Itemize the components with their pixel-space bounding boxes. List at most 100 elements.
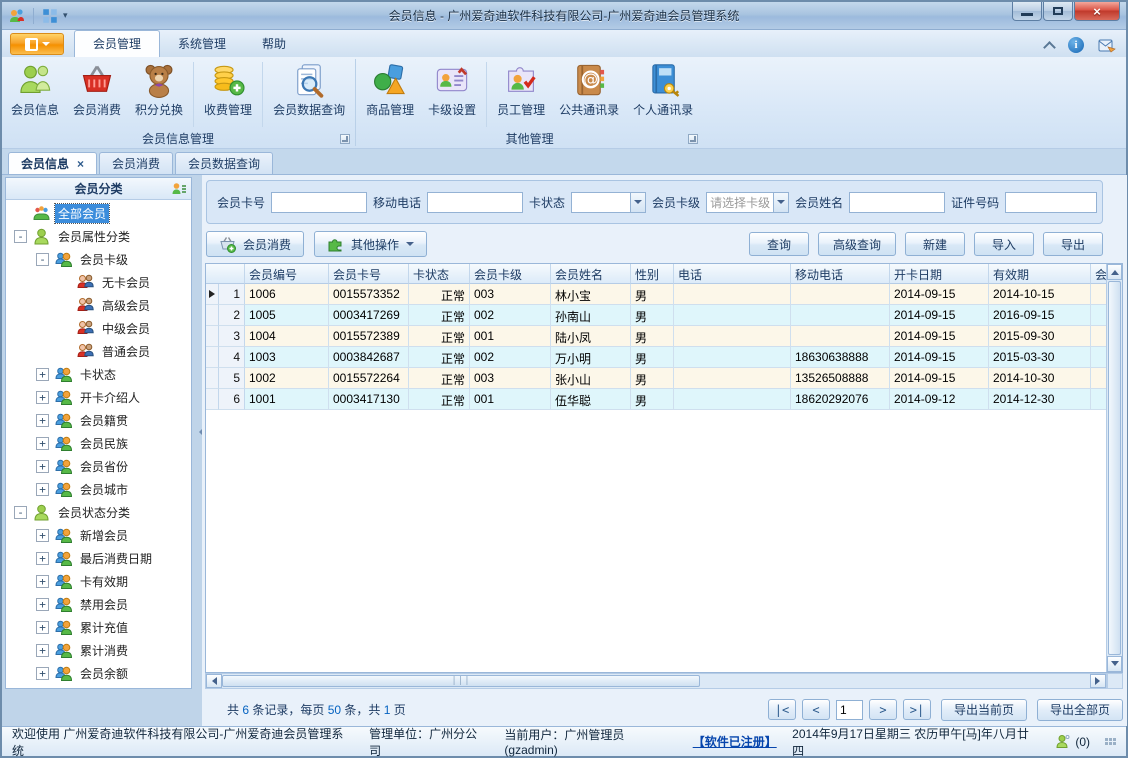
vertical-scrollbar[interactable]	[1106, 264, 1122, 672]
info-icon[interactable]: i	[1068, 37, 1084, 53]
horizontal-scroll-thumb[interactable]: |||	[222, 675, 700, 687]
tree-item[interactable]: + 会员余额	[6, 662, 191, 685]
scroll-up-icon[interactable]	[1107, 264, 1122, 280]
table-row[interactable]: 1 1006 0015573352 正常 003 林小宝男 2014-09-15 2014-1…	[206, 284, 1106, 305]
dropdown-arrow-icon[interactable]	[773, 192, 789, 212]
member-consume-button[interactable]: 会员消费	[206, 231, 305, 257]
ribbon-button[interactable]: 会员数据查询	[266, 60, 352, 129]
ribbon-button[interactable]: 个人通讯录	[626, 60, 700, 129]
tree-item[interactable]: - 会员卡级	[6, 248, 191, 271]
collapse-ribbon-icon[interactable]	[1043, 40, 1056, 54]
tree-item[interactable]: 高级会员	[6, 294, 191, 317]
qat-dropdown-icon[interactable]: ▾	[63, 10, 68, 21]
other-actions-button[interactable]: 其他操作	[314, 231, 428, 257]
tree-item[interactable]: + 会员民族	[6, 432, 191, 455]
column-header[interactable]: 会员卡级	[470, 264, 551, 284]
maximize-button[interactable]	[1043, 2, 1073, 21]
tree-item[interactable]: 全部会员	[6, 202, 191, 225]
collapse-icon[interactable]: -	[14, 506, 27, 519]
next-page-button[interactable]: >	[868, 699, 897, 720]
ribbon-button[interactable]: @ 公共通讯录	[552, 60, 626, 129]
column-header[interactable]: 电话	[674, 264, 791, 284]
table-row[interactable]: 5 1002 0015572264 正常 003 张小山男 13526508888 2014-…	[206, 368, 1106, 389]
expand-icon[interactable]: +	[36, 483, 49, 496]
close-button[interactable]: ×	[1074, 2, 1120, 21]
collapse-icon[interactable]: -	[36, 253, 49, 266]
tree-item[interactable]: 无卡会员	[6, 271, 191, 294]
splitter[interactable]	[192, 177, 204, 689]
expand-icon[interactable]: +	[36, 437, 49, 450]
tree-item[interactable]: + 会员城市	[6, 478, 191, 501]
tree-item[interactable]: + 禁用会员	[6, 593, 191, 616]
table-row[interactable]: 2 1005 0003417269 正常 002 孙南山男 2014-09-15 2016-0…	[206, 305, 1106, 326]
expand-icon[interactable]: +	[36, 575, 49, 588]
ribbon-button[interactable]: 商品管理	[359, 60, 421, 129]
export-current-page-button[interactable]: 导出当前页	[940, 698, 1027, 721]
tree-item[interactable]: - 会员属性分类	[6, 225, 191, 248]
document-tab[interactable]: 会员信息 ×	[8, 152, 98, 174]
ribbon-button[interactable]: 卡级设置	[421, 60, 483, 129]
vertical-scroll-thumb[interactable]	[1108, 281, 1121, 655]
member-card-no-input[interactable]	[271, 191, 368, 213]
card-status-select[interactable]	[571, 191, 647, 213]
import-button[interactable]: 导入	[974, 232, 1034, 256]
table-row[interactable]: 6 1001 0003417130 正常 001 伍华聪男 18620292076 2014-…	[206, 389, 1106, 410]
scroll-right-icon[interactable]	[1090, 674, 1106, 688]
member-list-icon[interactable]	[171, 181, 187, 197]
document-tab[interactable]: 会员消费	[99, 152, 174, 174]
horizontal-scrollbar[interactable]: |||	[205, 673, 1107, 689]
scroll-down-icon[interactable]	[1107, 656, 1122, 672]
tree-item[interactable]: + 卡状态	[6, 363, 191, 386]
expand-icon[interactable]: +	[36, 644, 49, 657]
expand-icon[interactable]: +	[36, 414, 49, 427]
tree-item[interactable]: + 开卡介绍人	[6, 386, 191, 409]
dropdown-arrow-icon[interactable]	[630, 192, 646, 212]
application-menu-button[interactable]	[10, 33, 64, 55]
expand-icon[interactable]: +	[36, 368, 49, 381]
expand-icon[interactable]: +	[36, 529, 49, 542]
member-card-level-select[interactable]: 请选择卡级	[706, 191, 790, 213]
ribbon-button[interactable]: 员工管理	[490, 60, 552, 129]
column-header[interactable]: 移动电话	[791, 264, 890, 284]
tree-item[interactable]: + 新增会员	[6, 524, 191, 547]
ribbon-button[interactable]: 会员消费	[66, 60, 128, 129]
expand-icon[interactable]: +	[36, 460, 49, 473]
tree-item[interactable]: 普通会员	[6, 340, 191, 363]
first-page-button[interactable]: |<	[767, 699, 796, 720]
ribbon-button[interactable]: 积分兑换	[128, 60, 190, 129]
new-button[interactable]: 新建	[905, 232, 965, 256]
dialog-launcher-icon[interactable]	[688, 134, 699, 144]
tree-item[interactable]: - 会员状态分类	[6, 501, 191, 524]
id-number-input[interactable]	[1005, 191, 1098, 213]
expand-icon[interactable]: +	[36, 621, 49, 634]
advanced-query-button[interactable]: 高级查询	[817, 232, 896, 256]
ribbon-tab[interactable]: 帮助	[244, 31, 304, 57]
column-header[interactable]: 开卡日期	[890, 264, 989, 284]
tree-item[interactable]: + 会员籍贯	[6, 409, 191, 432]
registered-link[interactable]: 【软件已注册】	[693, 733, 777, 750]
export-button[interactable]: 导出	[1043, 232, 1103, 256]
column-header[interactable]: 性别	[631, 264, 674, 284]
ribbon-tab[interactable]: 会员管理	[74, 30, 161, 57]
expand-icon[interactable]: +	[36, 552, 49, 565]
tree-item[interactable]: + 最后消费日期	[6, 547, 191, 570]
collapse-icon[interactable]: -	[14, 230, 27, 243]
ribbon-button[interactable]: 会员信息	[4, 60, 66, 129]
dialog-launcher-icon[interactable]	[340, 134, 351, 144]
window-layout-icon[interactable]	[41, 7, 59, 25]
column-header[interactable]: 会员	[1091, 264, 1106, 284]
table-row[interactable]: 3 1004 0015572389 正常 001 陆小凤男 2014-09-15 2015-0…	[206, 326, 1106, 347]
tree-item[interactable]: + 累计充值	[6, 616, 191, 639]
prev-page-button[interactable]: <	[801, 699, 830, 720]
document-tab[interactable]: 会员数据查询	[175, 152, 274, 174]
expand-icon[interactable]: +	[36, 667, 49, 680]
ribbon-button[interactable]: 收费管理	[197, 60, 259, 129]
tree-item[interactable]: + 卡有效期	[6, 570, 191, 593]
tree-item[interactable]: 中级会员	[6, 317, 191, 340]
ribbon-tab[interactable]: 系统管理	[160, 31, 244, 57]
column-header[interactable]: 有效期	[989, 264, 1091, 284]
column-header[interactable]: 会员姓名	[551, 264, 631, 284]
mobile-phone-input[interactable]	[427, 191, 524, 213]
scroll-left-icon[interactable]	[206, 674, 222, 688]
column-header[interactable]: 会员卡号	[329, 264, 409, 284]
